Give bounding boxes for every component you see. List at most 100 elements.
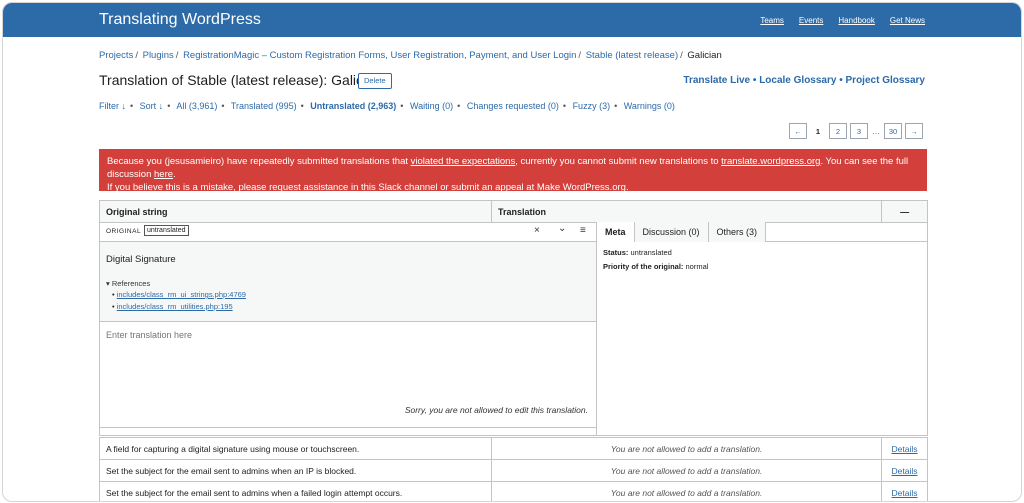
references-list: • includes/class_rm_ui_strings.php:4769 … — [112, 290, 246, 314]
details-link[interactable]: Details — [892, 444, 918, 454]
priority-value: normal — [685, 262, 709, 271]
pagination: ← 1 2 3 … 30 → — [789, 123, 923, 139]
row-original: A field for capturing a digital signatur… — [98, 437, 493, 460]
nav-events[interactable]: Events — [799, 16, 823, 25]
strings-table: A field for capturing a digital signatur… — [98, 437, 928, 501]
alert-text: . — [625, 182, 629, 193]
meta-tabs: Meta Discussion (0) Others (3) — [597, 222, 927, 242]
details-link[interactable]: Details — [892, 466, 918, 476]
menu-icon[interactable]: ≡ — [580, 225, 586, 236]
details-link[interactable]: Details — [892, 488, 918, 498]
filter-warnings[interactable]: Warnings (0) — [624, 101, 675, 111]
next-page-button[interactable]: → — [905, 123, 923, 139]
row-original: Set the subject for the email sent to ad… — [98, 459, 493, 482]
tab-meta[interactable]: Meta — [597, 222, 635, 242]
filter-all[interactable]: All (3,961) — [176, 101, 217, 111]
table-row[interactable]: Set the subject for the email sent to ad… — [98, 459, 928, 482]
reference-item: • includes/class_rm_ui_strings.php:4769 — [112, 290, 246, 299]
browser-frame: Translating WordPress Teams Events Handb… — [2, 2, 1022, 502]
delete-button[interactable]: Delete — [358, 73, 392, 89]
row-original: Set the subject for the email sent to ad… — [98, 481, 493, 501]
breadcrumb-current: Galician — [687, 50, 722, 61]
col-original-header: Original string — [98, 200, 493, 223]
alert-text: Because you (jesusamieiro) have repeated… — [107, 156, 411, 167]
meta-panel: Status: untranslated Priority of the ori… — [603, 246, 708, 274]
breadcrumb-separator: / — [578, 50, 582, 61]
site-brand[interactable]: Translating WordPress — [99, 11, 261, 29]
editor-left-pane: ORIGINAL untranslated × ⌄ ≡ Digital Sign… — [100, 222, 597, 435]
alert-text: . — [173, 169, 176, 180]
breadcrumb-plugins[interactable]: Plugins — [143, 50, 174, 61]
nav-get-news[interactable]: Get News — [890, 16, 925, 25]
alert-here-link[interactable]: here — [154, 169, 173, 180]
row-details-cell: Details — [881, 437, 928, 460]
chevron-down-icon[interactable]: ⌄ — [558, 223, 566, 234]
table-row[interactable]: A field for capturing a digital signatur… — [98, 437, 928, 460]
filter-waiting[interactable]: Waiting (0) — [410, 101, 453, 111]
filter-translated[interactable]: Translated (995) — [231, 101, 297, 111]
not-allowed-message: Sorry, you are not allowed to edit this … — [404, 405, 588, 415]
locale-glossary-link[interactable]: Locale Glossary — [759, 75, 836, 86]
tab-others[interactable]: Others (3) — [708, 222, 767, 242]
priority-label: Priority of the original: — [603, 262, 684, 271]
row-message: You are not allowed to add a translation… — [491, 481, 883, 501]
alert-text: , currently you cannot submit new transl… — [515, 156, 722, 167]
project-links: Translate Live • Locale Glossary • Proje… — [683, 75, 925, 86]
alert-translate-link[interactable]: translate.wordpress.org — [721, 156, 820, 167]
breadcrumb: Projects / Plugins / RegistrationMagic – C… — [99, 50, 722, 61]
row-details-cell: Details — [881, 459, 928, 482]
breadcrumb-separator: / — [135, 50, 138, 61]
last-page-button[interactable]: 30 — [884, 123, 902, 139]
nav-teams[interactable]: Teams — [760, 16, 784, 25]
alert-make-wp-link[interactable]: Make WordPress.org — [537, 182, 626, 193]
editor-right-pane: Meta Discussion (0) Others (3) Status: u… — [597, 222, 927, 435]
page-2-button[interactable]: 2 — [829, 123, 847, 139]
collapse-button[interactable]: — — [881, 200, 928, 223]
col-translation-header: Translation — [491, 200, 883, 223]
reference-link[interactable]: includes/class_rm_utilities.php:195 — [117, 302, 233, 311]
alert-text: or submit an appeal at — [437, 182, 537, 193]
translate-live-link[interactable]: Translate Live — [683, 75, 750, 86]
original-string-box: Digital Signature ▾ References • include… — [100, 242, 596, 322]
editor-toolbar: ORIGINAL untranslated × ⌄ ≡ — [100, 222, 596, 242]
row-message: You are not allowed to add a translation… — [491, 437, 883, 460]
nav-handbook[interactable]: Handbook — [838, 16, 874, 25]
filter-fuzzy[interactable]: Fuzzy (3) — [573, 101, 611, 111]
page-title: Translation of Stable (latest release): … — [99, 72, 382, 88]
original-label: ORIGINAL — [106, 228, 142, 235]
original-string-text: Digital Signature — [106, 254, 176, 265]
reference-link[interactable]: includes/class_rm_ui_strings.php:4769 — [117, 290, 246, 299]
alert-slack-link[interactable]: Slack channel — [378, 182, 437, 193]
filter-toggle[interactable]: Filter ↓ — [99, 101, 126, 111]
translation-editor: ORIGINAL untranslated × ⌄ ≡ Digital Sign… — [99, 222, 928, 436]
filter-bar: Filter ↓ • Sort ↓ • All (3,961) • Translate… — [99, 101, 675, 111]
alert-expectations-link[interactable]: violated the expectations — [411, 156, 516, 167]
breadcrumb-separator: / — [680, 50, 683, 61]
close-icon[interactable]: × — [534, 225, 540, 236]
tab-discussion[interactable]: Discussion (0) — [634, 222, 709, 242]
row-message: You are not allowed to add a translation… — [491, 459, 883, 482]
page-3-button[interactable]: 3 — [850, 123, 868, 139]
suspension-alert: Because you (jesusamieiro) have repeated… — [99, 149, 927, 193]
status-badge: untranslated — [144, 225, 189, 236]
status-value: untranslated — [630, 248, 672, 257]
prev-page-button[interactable]: ← — [789, 123, 807, 139]
breadcrumb-plugin-name[interactable]: RegistrationMagic – Custom Registration … — [183, 50, 576, 61]
project-glossary-link[interactable]: Project Glossary — [846, 75, 925, 86]
alert-text: If you believe this is a mistake, please… — [107, 182, 379, 193]
reference-item: • includes/class_rm_utilities.php:195 — [112, 302, 233, 311]
status-label: Status: — [603, 248, 629, 257]
references-toggle[interactable]: ▾ References — [106, 279, 150, 288]
breadcrumb-separator: / — [175, 50, 179, 61]
top-nav: Teams Events Handbook Get News — [760, 16, 925, 25]
filter-changes-requested[interactable]: Changes requested (0) — [467, 101, 559, 111]
row-details-cell: Details — [881, 481, 928, 501]
breadcrumb-projects[interactable]: Projects — [99, 50, 133, 61]
table-row[interactable]: Set the subject for the email sent to ad… — [98, 481, 928, 501]
current-page: 1 — [810, 124, 826, 138]
sort-toggle[interactable]: Sort ↓ — [140, 101, 164, 111]
strings-table-header: Original string Translation — — [98, 200, 928, 223]
filter-untranslated[interactable]: Untranslated (2,963) — [310, 101, 396, 111]
top-bar: Translating WordPress Teams Events Handb… — [3, 3, 1021, 37]
breadcrumb-stable[interactable]: Stable (latest release) — [586, 50, 678, 61]
